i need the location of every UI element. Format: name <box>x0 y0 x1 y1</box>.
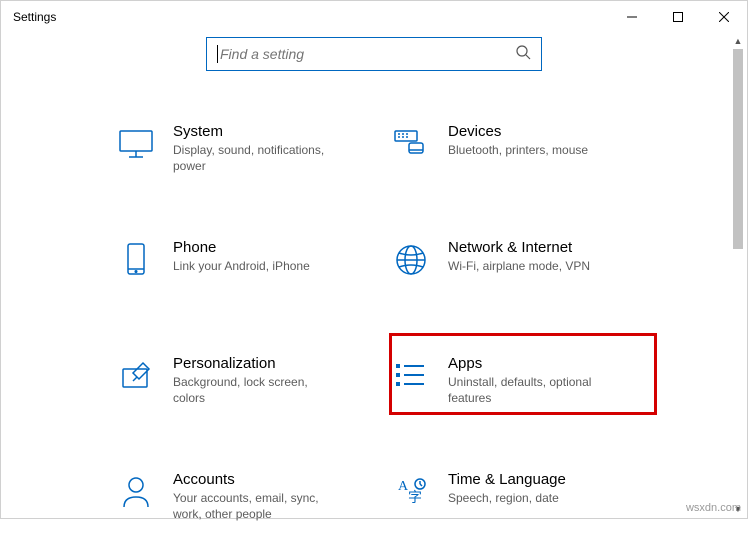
category-accounts[interactable]: Accounts Your accounts, email, sync, wor… <box>117 467 372 537</box>
category-time-language[interactable]: A 字 Time & Language Speech, region, date <box>392 467 647 537</box>
category-title: Personalization <box>173 355 366 372</box>
category-title: System <box>173 123 366 140</box>
scroll-up-arrow-icon[interactable]: ▲ <box>730 33 746 49</box>
category-title: Accounts <box>173 471 366 488</box>
search-box[interactable] <box>206 37 542 71</box>
category-desc: Speech, region, date <box>448 490 618 506</box>
category-title: Apps <box>448 355 641 372</box>
category-network[interactable]: Network & Internet Wi-Fi, airplane mode,… <box>392 235 647 305</box>
category-personalization[interactable]: Personalization Background, lock screen,… <box>117 351 372 421</box>
settings-categories: System Display, sound, notifications, po… <box>1 119 747 537</box>
phone-icon <box>117 241 155 279</box>
category-devices[interactable]: Devices Bluetooth, printers, mouse <box>392 119 647 189</box>
globe-icon <box>392 241 430 279</box>
scroll-track[interactable] <box>730 49 746 501</box>
svg-text:字: 字 <box>408 490 422 506</box>
person-icon <box>117 473 155 511</box>
category-title: Time & Language <box>448 471 641 488</box>
search-input[interactable] <box>220 46 515 62</box>
category-phone[interactable]: Phone Link your Android, iPhone <box>117 235 372 305</box>
watermark-text: wsxdn.com <box>686 502 741 514</box>
display-icon <box>117 125 155 163</box>
maximize-button[interactable] <box>655 1 701 33</box>
devices-icon <box>392 125 430 163</box>
category-desc: Background, lock screen, colors <box>173 374 343 406</box>
window-title: Settings <box>13 10 56 24</box>
close-button[interactable] <box>701 1 747 33</box>
apps-list-icon <box>392 357 430 395</box>
category-title: Devices <box>448 123 641 140</box>
category-title: Network & Internet <box>448 239 641 256</box>
category-desc: Bluetooth, printers, mouse <box>448 142 618 158</box>
scroll-thumb[interactable] <box>733 49 743 249</box>
category-system[interactable]: System Display, sound, notifications, po… <box>117 119 372 189</box>
category-title: Phone <box>173 239 366 256</box>
paint-icon <box>117 357 155 395</box>
category-desc: Uninstall, defaults, optional features <box>448 374 618 406</box>
search-container <box>1 37 747 71</box>
window-titlebar: Settings <box>1 1 747 33</box>
category-desc: Wi-Fi, airplane mode, VPN <box>448 258 618 274</box>
vertical-scrollbar[interactable]: ▲ ▼ <box>730 33 746 517</box>
search-icon <box>515 44 531 65</box>
text-caret <box>217 45 218 63</box>
category-desc: Your accounts, email, sync, work, other … <box>173 490 343 522</box>
minimize-button[interactable] <box>609 1 655 33</box>
category-apps[interactable]: Apps Uninstall, defaults, optional featu… <box>392 351 647 421</box>
category-desc: Display, sound, notifications, power <box>173 142 343 174</box>
language-icon: A 字 <box>392 473 430 511</box>
category-desc: Link your Android, iPhone <box>173 258 343 274</box>
